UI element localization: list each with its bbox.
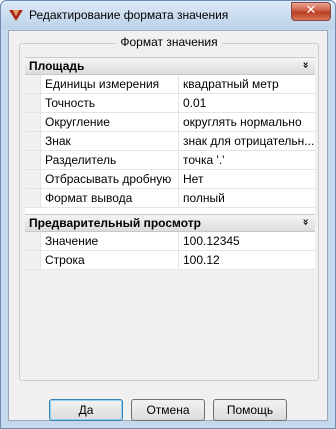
close-button[interactable]: ✕ (291, 2, 331, 21)
property-name: Разделитель (41, 151, 179, 169)
property-value[interactable]: квадратный метр (179, 75, 315, 93)
property-value[interactable]: точка '.' (179, 151, 315, 169)
property-grid: Площадь » Единицы измерения квадратный м… (25, 57, 315, 270)
window-title: Редактирование формата значения (29, 8, 229, 22)
property-name: Точность (41, 94, 179, 112)
property-name: Значение (41, 232, 179, 250)
category-title: Предварительный просмотр (29, 216, 201, 230)
property-row[interactable]: Разделитель точка '.' (25, 151, 315, 170)
property-name: Отбрасывать дробную (41, 170, 179, 188)
dialog-window: Редактирование формата значения ✕ Формат… (0, 0, 336, 429)
app-logo-icon (9, 10, 23, 21)
property-value[interactable]: 100.12 (179, 251, 315, 269)
property-row[interactable]: Формат вывода полный (25, 189, 315, 208)
property-value[interactable]: округлять нормально (179, 113, 315, 131)
collapse-icon[interactable]: » (298, 218, 312, 225)
property-name: Единицы измерения (41, 75, 179, 93)
property-value[interactable]: 100.12345 (179, 232, 315, 250)
cancel-button[interactable]: Отмена (131, 399, 205, 421)
title-bar[interactable]: Редактирование формата значения ✕ (1, 1, 335, 29)
property-name: Округление (41, 113, 179, 131)
property-row[interactable]: Единицы измерения квадратный метр (25, 75, 315, 94)
collapse-icon[interactable]: » (298, 61, 312, 68)
category-area[interactable]: Площадь » (25, 57, 315, 75)
format-groupbox: Формат значения Площадь » Единицы измере… (19, 35, 319, 381)
ok-button[interactable]: Да (49, 399, 123, 421)
property-value[interactable]: знак для отрицательн... (179, 132, 315, 150)
category-title: Площадь (29, 59, 85, 73)
dialog-client-area: Формат значения Площадь » Единицы измере… (8, 30, 328, 421)
property-row[interactable]: Значение 100.12345 (25, 232, 315, 251)
property-value[interactable]: полный (179, 189, 315, 207)
property-name: Строка (41, 251, 179, 269)
property-row[interactable]: Строка 100.12 (25, 251, 315, 270)
close-icon: ✕ (305, 3, 317, 18)
property-name: Знак (41, 132, 179, 150)
property-value[interactable]: Нет (179, 170, 315, 188)
help-button[interactable]: Помощь (213, 399, 287, 421)
property-row[interactable]: Знак знак для отрицательн... (25, 132, 315, 151)
category-preview[interactable]: Предварительный просмотр » (25, 214, 315, 232)
group-legend: Формат значения (116, 35, 222, 49)
property-row[interactable]: Отбрасывать дробную Нет (25, 170, 315, 189)
property-row[interactable]: Округление округлять нормально (25, 113, 315, 132)
property-value[interactable]: 0.01 (179, 94, 315, 112)
property-row[interactable]: Точность 0.01 (25, 94, 315, 113)
property-name: Формат вывода (41, 189, 179, 207)
